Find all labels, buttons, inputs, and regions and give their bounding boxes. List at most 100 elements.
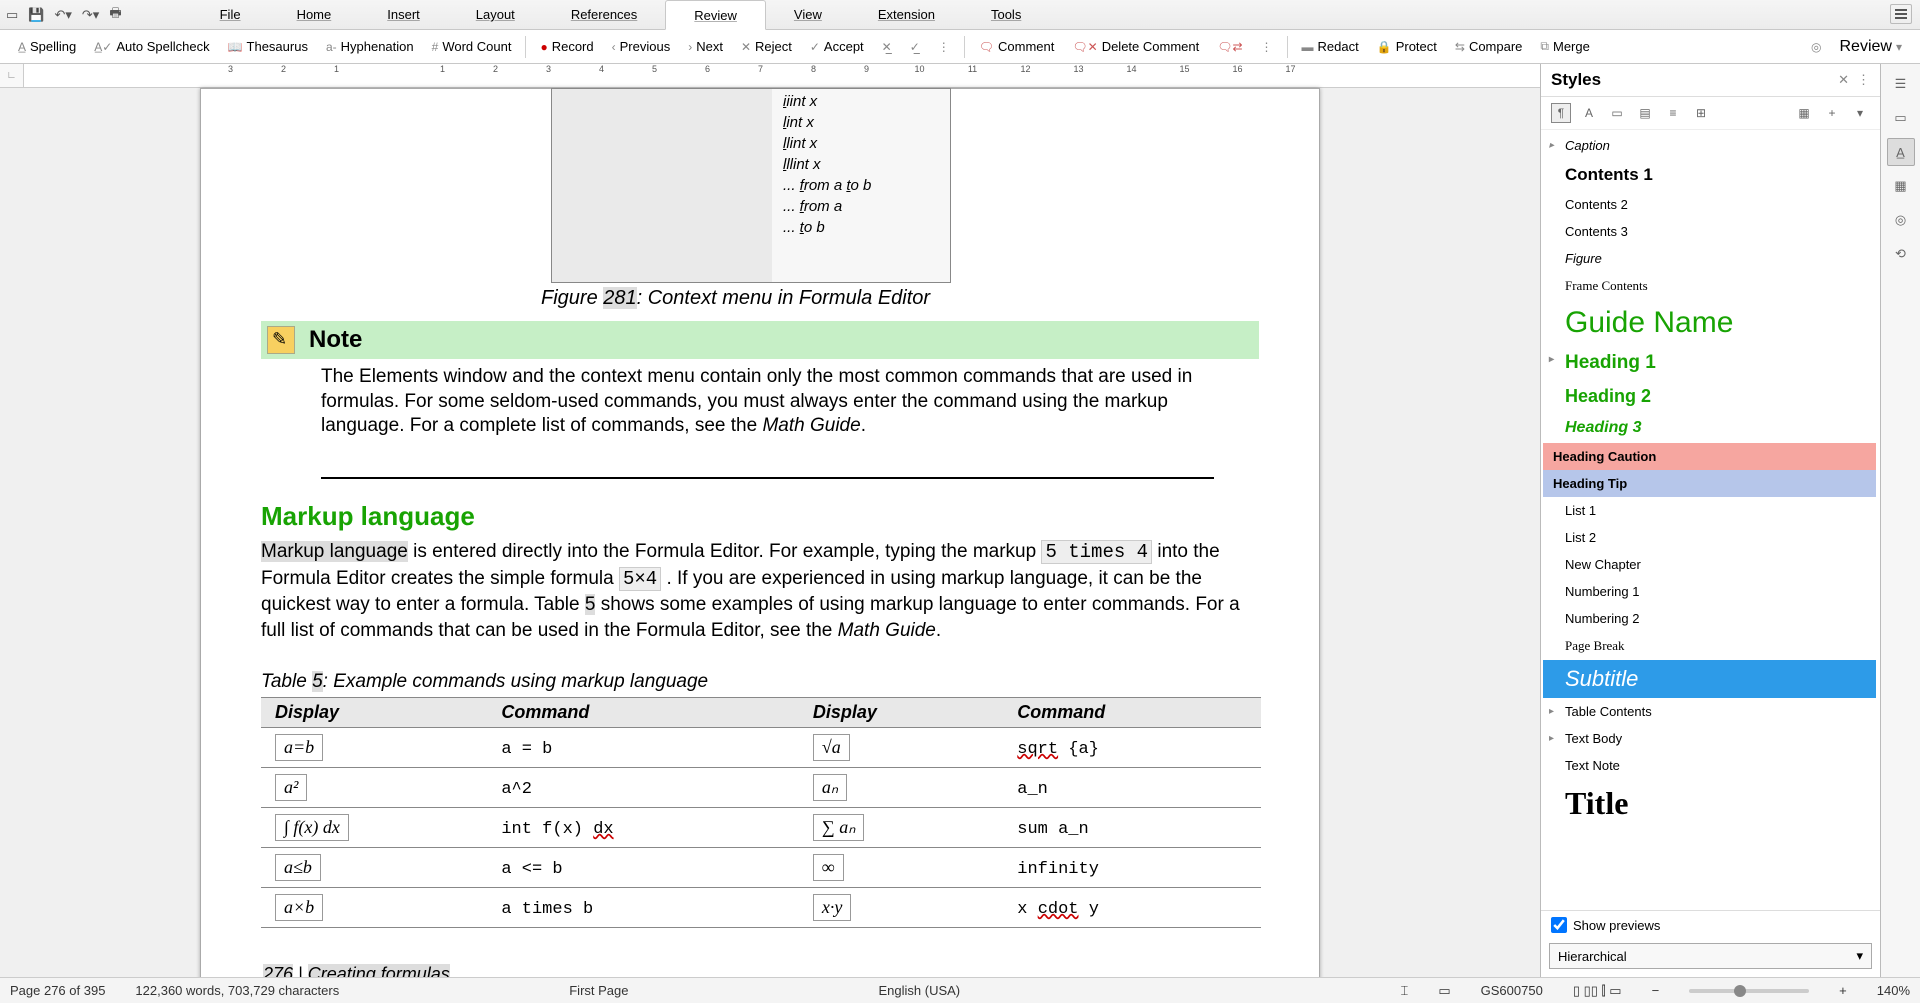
char-styles-icon[interactable]: A [1579,103,1599,123]
status-words[interactable]: 122,360 words, 703,729 characters [135,983,339,998]
note-box: Note [261,321,1259,359]
style-caption[interactable]: ▸Caption [1543,132,1876,159]
auto-spellcheck-button[interactable]: A̲✓Auto Spellcheck [86,35,217,58]
style-contents-2[interactable]: Contents 2 [1543,191,1876,218]
previous-button[interactable]: ‹Previous [604,35,679,58]
status-insert-icon[interactable]: ⌶ [1401,983,1409,999]
menu-layout[interactable]: Layout [448,0,543,29]
style-list-2[interactable]: List 2 [1543,524,1876,551]
menu-extension[interactable]: Extension [850,0,963,29]
menu-insert[interactable]: Insert [359,0,448,29]
list-styles-icon[interactable]: ≡ [1663,103,1683,123]
accept-all-icon[interactable]: ✓̲ [902,36,928,58]
style-list-1[interactable]: List 1 [1543,497,1876,524]
save-icon[interactable]: 💾 [28,7,44,23]
heading-markup-language: Markup language [261,501,475,532]
style-guide-name[interactable]: Guide Name [1543,300,1876,346]
style-figure[interactable]: Figure [1543,245,1876,272]
hamburger-button[interactable] [1890,4,1912,24]
properties-rail-icon[interactable]: ☰ [1887,70,1915,98]
style-frame-contents[interactable]: Frame Contents [1543,272,1876,300]
page-rail-icon[interactable]: ▭ [1887,104,1915,132]
body-paragraph: Markup language is entered directly into… [261,539,1259,644]
show-previews-check[interactable]: Show previews [1541,910,1880,939]
zoom-level[interactable]: 140% [1877,983,1910,998]
hyphenation-button[interactable]: a-Hyphenation [318,35,422,58]
style-heading-tip[interactable]: Heading Tip [1543,470,1876,497]
comment-nav-icon[interactable]: 🗨⇄ [1209,36,1250,58]
style-text-note[interactable]: Text Note [1543,752,1876,779]
style-page-break[interactable]: Page Break [1543,632,1876,660]
close-icon[interactable]: ✕ [1838,72,1849,88]
comment-button[interactable]: 🗨Comment [971,35,1063,58]
frame-styles-icon[interactable]: ▭ [1607,103,1627,123]
undo-icon[interactable]: ↶▾ [54,7,71,23]
compare-button[interactable]: ⇆Compare [1447,35,1531,58]
status-sig-icon[interactable]: ▭ [1438,983,1450,999]
navigator-rail-icon[interactable]: ◎ [1887,206,1915,234]
style-heading-caution[interactable]: Heading Caution [1543,443,1876,470]
styles-list[interactable]: ▸CaptionContents 1Contents 2Contents 3Fi… [1541,130,1880,910]
fill-format-icon[interactable]: ▦ [1794,103,1814,123]
styles-filter-dropdown[interactable]: Hierarchical▾ [1549,943,1872,969]
redact-button[interactable]: ▬Redact [1294,35,1367,58]
next-button[interactable]: ›Next [680,35,731,58]
menu-references[interactable]: References [543,0,665,29]
status-view-icons[interactable]: ▯ ▯▯ ⫿ ▭ [1573,983,1622,999]
more-track-icon[interactable]: ⋮ [930,36,958,58]
zoom-slider[interactable] [1689,989,1809,993]
page-styles-icon[interactable]: ▤ [1635,103,1655,123]
delete-comment-button[interactable]: 🗨✕Delete Comment [1064,35,1207,58]
menu-review[interactable]: Review [665,0,766,30]
menu-view[interactable]: View [766,0,850,29]
gallery-rail-icon[interactable]: ▦ [1887,172,1915,200]
thesaurus-button[interactable]: 📖Thesaurus [220,35,316,58]
status-language[interactable]: English (USA) [878,983,960,998]
menu-home[interactable]: Home [269,0,360,29]
target-icon[interactable]: ◎ [1803,36,1829,58]
protect-button[interactable]: 🔒Protect [1369,35,1445,58]
new-icon[interactable]: ▭ [6,7,18,23]
style-text-body[interactable]: ▸Text Body [1543,725,1876,752]
style-actions-icon[interactable]: ▾ [1850,103,1870,123]
style-contents-3[interactable]: Contents 3 [1543,218,1876,245]
spelling-button[interactable]: A̲Spelling [10,35,84,58]
style-contents-1[interactable]: Contents 1 [1543,159,1876,191]
review-dropdown[interactable]: Review ▾ [1832,34,1911,60]
paragraph-styles-icon[interactable]: ¶ [1551,103,1571,123]
style-numbering-2[interactable]: Numbering 2 [1543,605,1876,632]
word-count-button[interactable]: #Word Count [424,35,520,58]
horizontal-ruler[interactable]: 3211234567891011121314151617 [24,64,1540,88]
more-comment-icon[interactable]: ⋮ [1253,36,1281,58]
style-table-contents[interactable]: ▸Table Contents [1543,698,1876,725]
status-page[interactable]: Page 276 of 395 [10,983,105,998]
page-footer: 276 | Creating formulas [263,964,450,977]
accept-button[interactable]: ✓Accept [802,35,872,58]
inspect-rail-icon[interactable]: ⟲ [1887,240,1915,268]
style-heading-1[interactable]: ▸Heading 1 [1543,346,1876,380]
reject-button[interactable]: ✕Reject [733,35,800,58]
reject-all-icon[interactable]: ✕̲ [874,36,900,58]
new-style-icon[interactable]: + [1822,103,1842,123]
menu-file[interactable]: File [192,0,269,29]
redo-icon[interactable]: ↷▾ [82,7,99,23]
style-title[interactable]: Title [1543,779,1876,828]
status-bar: Page 276 of 395 122,360 words, 703,729 c… [0,977,1920,1003]
panel-menu-icon[interactable]: ⋮ [1857,72,1870,88]
style-heading-2[interactable]: Heading 2 [1543,380,1876,413]
merge-button[interactable]: ⧉Merge [1532,35,1597,58]
styles-rail-icon[interactable]: A̲ [1887,138,1915,166]
style-subtitle[interactable]: Subtitle [1543,660,1876,698]
zoom-in-icon[interactable]: + [1839,983,1847,998]
style-numbering-1[interactable]: Numbering 1 [1543,578,1876,605]
styles-title: Styles [1551,70,1838,90]
style-heading-3[interactable]: Heading 3 [1543,413,1876,443]
menu-tools[interactable]: Tools [963,0,1049,29]
zoom-out-icon[interactable]: − [1652,983,1660,998]
record-button[interactable]: ●Record [532,35,601,58]
status-pagestyle[interactable]: First Page [569,983,628,998]
table-styles-icon[interactable]: ⊞ [1691,103,1711,123]
style-new-chapter[interactable]: New Chapter [1543,551,1876,578]
print-icon[interactable]: 🖶 [109,4,121,26]
show-previews-checkbox[interactable] [1551,917,1567,933]
